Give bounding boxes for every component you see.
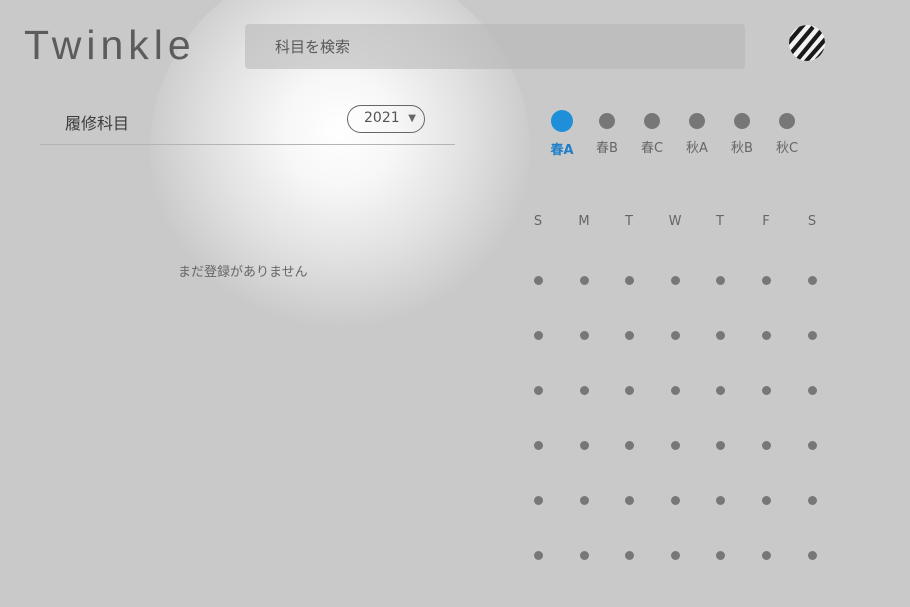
timetable-slot[interactable] <box>579 440 589 450</box>
year-select-value: 2021 <box>364 110 400 126</box>
timetable-slot[interactable] <box>670 495 680 505</box>
timetable-slot[interactable] <box>533 330 543 340</box>
weekday-label: W <box>668 214 682 229</box>
timetable-slot[interactable] <box>624 495 634 505</box>
timetable-slot[interactable] <box>670 275 680 285</box>
timetable-slot[interactable] <box>624 330 634 340</box>
timetable-slot[interactable] <box>670 550 680 560</box>
avatar-pattern-icon <box>789 25 825 61</box>
timetable-slot[interactable] <box>579 275 589 285</box>
module-item[interactable]: 秋A <box>677 110 717 156</box>
timetable-slot[interactable] <box>579 385 589 395</box>
search-input[interactable] <box>245 24 745 69</box>
timetable-slot[interactable] <box>761 330 771 340</box>
timetable-slot[interactable] <box>761 440 771 450</box>
courses-header: 履修科目 2021 ▼ <box>40 100 455 145</box>
timetable-slot[interactable] <box>715 440 725 450</box>
module-label: 秋A <box>686 141 708 156</box>
module-item[interactable]: 春B <box>587 110 627 156</box>
timetable-slot[interactable] <box>761 385 771 395</box>
timetable-slot[interactable] <box>533 385 543 395</box>
courses-title: 履修科目 <box>65 114 130 133</box>
app-logo[interactable]: Twinkle <box>24 22 196 69</box>
module-label: 秋B <box>731 141 753 156</box>
weekday-label: S <box>533 214 543 229</box>
module-dot <box>734 113 750 129</box>
timetable-slot[interactable] <box>624 440 634 450</box>
weekday-label: T <box>625 214 633 229</box>
timetable-slot[interactable] <box>761 275 771 285</box>
module-dot <box>599 113 615 129</box>
chevron-down-icon: ▼ <box>408 113 416 124</box>
module-dot <box>551 110 573 132</box>
module-item[interactable]: 秋C <box>767 110 807 156</box>
timetable-slot[interactable] <box>670 440 680 450</box>
module-label: 春A <box>550 143 574 158</box>
module-label: 春C <box>640 141 664 156</box>
weekday-label: S <box>807 214 817 229</box>
timetable-slot[interactable] <box>670 330 680 340</box>
timetable-slot[interactable] <box>715 275 725 285</box>
timetable-slot[interactable] <box>807 275 817 285</box>
timetable-slot[interactable] <box>715 385 725 395</box>
timetable-slot[interactable] <box>670 385 680 395</box>
module-dot <box>779 113 795 129</box>
timetable-slot[interactable] <box>624 385 634 395</box>
timetable-slot[interactable] <box>579 495 589 505</box>
module-label: 春B <box>596 141 618 156</box>
timetable-slot[interactable] <box>761 550 771 560</box>
timetable-slot[interactable] <box>624 275 634 285</box>
year-select[interactable]: 2021 ▼ <box>347 105 425 133</box>
weekday-label: F <box>762 214 770 229</box>
module-dot <box>689 113 705 129</box>
timetable-slot[interactable] <box>807 550 817 560</box>
timetable-slot[interactable] <box>624 550 634 560</box>
timetable-slot[interactable] <box>807 385 817 395</box>
timetable-slot[interactable] <box>533 550 543 560</box>
weekday-label: T <box>716 214 724 229</box>
timetable-slot[interactable] <box>579 330 589 340</box>
timetable-slot[interactable] <box>807 440 817 450</box>
timetable-slot[interactable] <box>715 550 725 560</box>
module-dot <box>644 113 660 129</box>
timetable-slot[interactable] <box>715 330 725 340</box>
module-item[interactable]: 春C <box>632 110 672 156</box>
empty-courses-message: まだ登録がありません <box>178 265 308 280</box>
module-label: 秋C <box>775 141 799 156</box>
timetable-slot[interactable] <box>533 275 543 285</box>
timetable-slot[interactable] <box>715 495 725 505</box>
timetable-slot[interactable] <box>761 495 771 505</box>
timetable-slot[interactable] <box>807 495 817 505</box>
module-item[interactable]: 春A <box>542 110 582 158</box>
timetable-slot[interactable] <box>533 495 543 505</box>
timetable-slot[interactable] <box>807 330 817 340</box>
timetable-slot[interactable] <box>533 440 543 450</box>
module-item[interactable]: 秋B <box>722 110 762 156</box>
weekday-label: M <box>578 214 590 229</box>
timetable-slot[interactable] <box>579 550 589 560</box>
avatar[interactable] <box>789 25 825 61</box>
